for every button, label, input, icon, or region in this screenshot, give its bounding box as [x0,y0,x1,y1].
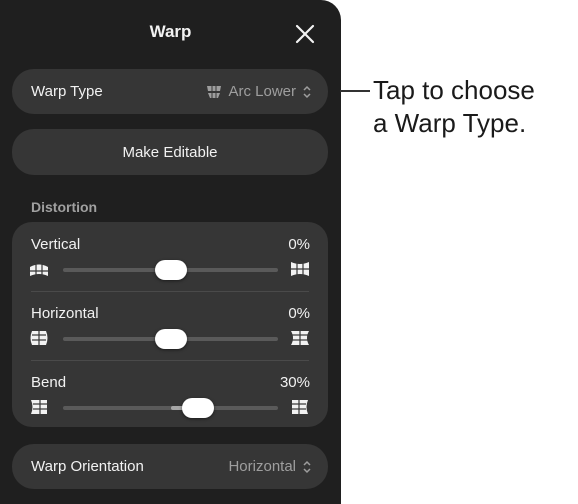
vertical-slider-value: 0% [288,236,310,253]
horizontal-slider[interactable] [63,329,278,349]
warp-orientation-value: Horizontal [228,458,296,475]
callout-line-2: a Warp Type. [373,108,527,138]
horizontal-slider-label: Horizontal [31,305,99,322]
horizontal-compress-icon [30,331,48,345]
bend-slider-label: Bend [31,374,67,391]
bend-slider[interactable] [63,398,278,418]
vertical-slider-thumb[interactable] [154,260,187,280]
make-editable-button[interactable]: Make Editable [12,129,328,175]
bend-left-icon [31,400,47,414]
bend-slider-value: 30% [279,374,310,391]
make-editable-label: Make Editable [122,144,218,161]
horizontal-expand-icon [291,331,309,345]
warp-type-value: Arc Lower [228,83,296,100]
callout-line [340,90,370,92]
bend-right-icon [292,400,308,414]
slider-divider [31,360,309,361]
arc-lower-icon [207,85,222,98]
close-icon[interactable] [292,21,318,47]
vertical-expand-icon [291,262,309,276]
distortion-sliders-group: Vertical 0% Horizontal 0% Bend 30% [12,222,328,427]
distortion-section-label: Distortion [31,199,98,215]
bend-slider-thumb[interactable] [182,398,215,418]
callout-line-1: Tap to choose [373,75,535,105]
warp-type-label: Warp Type [31,83,103,100]
warp-orientation-label: Warp Orientation [31,458,144,475]
warp-orientation-selector[interactable]: Warp Orientation Horizontal [12,444,328,489]
slider-divider [31,291,309,292]
vertical-compress-icon [30,264,48,276]
callout-text: Tap to choose a Warp Type. [373,74,573,140]
warp-type-value-group: Arc Lower [206,83,312,100]
horizontal-slider-thumb[interactable] [154,329,187,349]
vertical-slider[interactable] [63,260,278,280]
up-down-chevron-icon [303,460,311,473]
vertical-slider-label: Vertical [31,236,81,253]
warp-panel: Warp Warp Type Arc Lower Make Editable D… [0,0,341,504]
panel-title: Warp [149,22,192,41]
up-down-chevron-icon [303,85,311,98]
horizontal-slider-value: 0% [288,305,310,322]
warp-type-selector[interactable]: Warp Type Arc Lower [12,69,328,114]
warp-orientation-value-group: Horizontal [228,458,312,475]
